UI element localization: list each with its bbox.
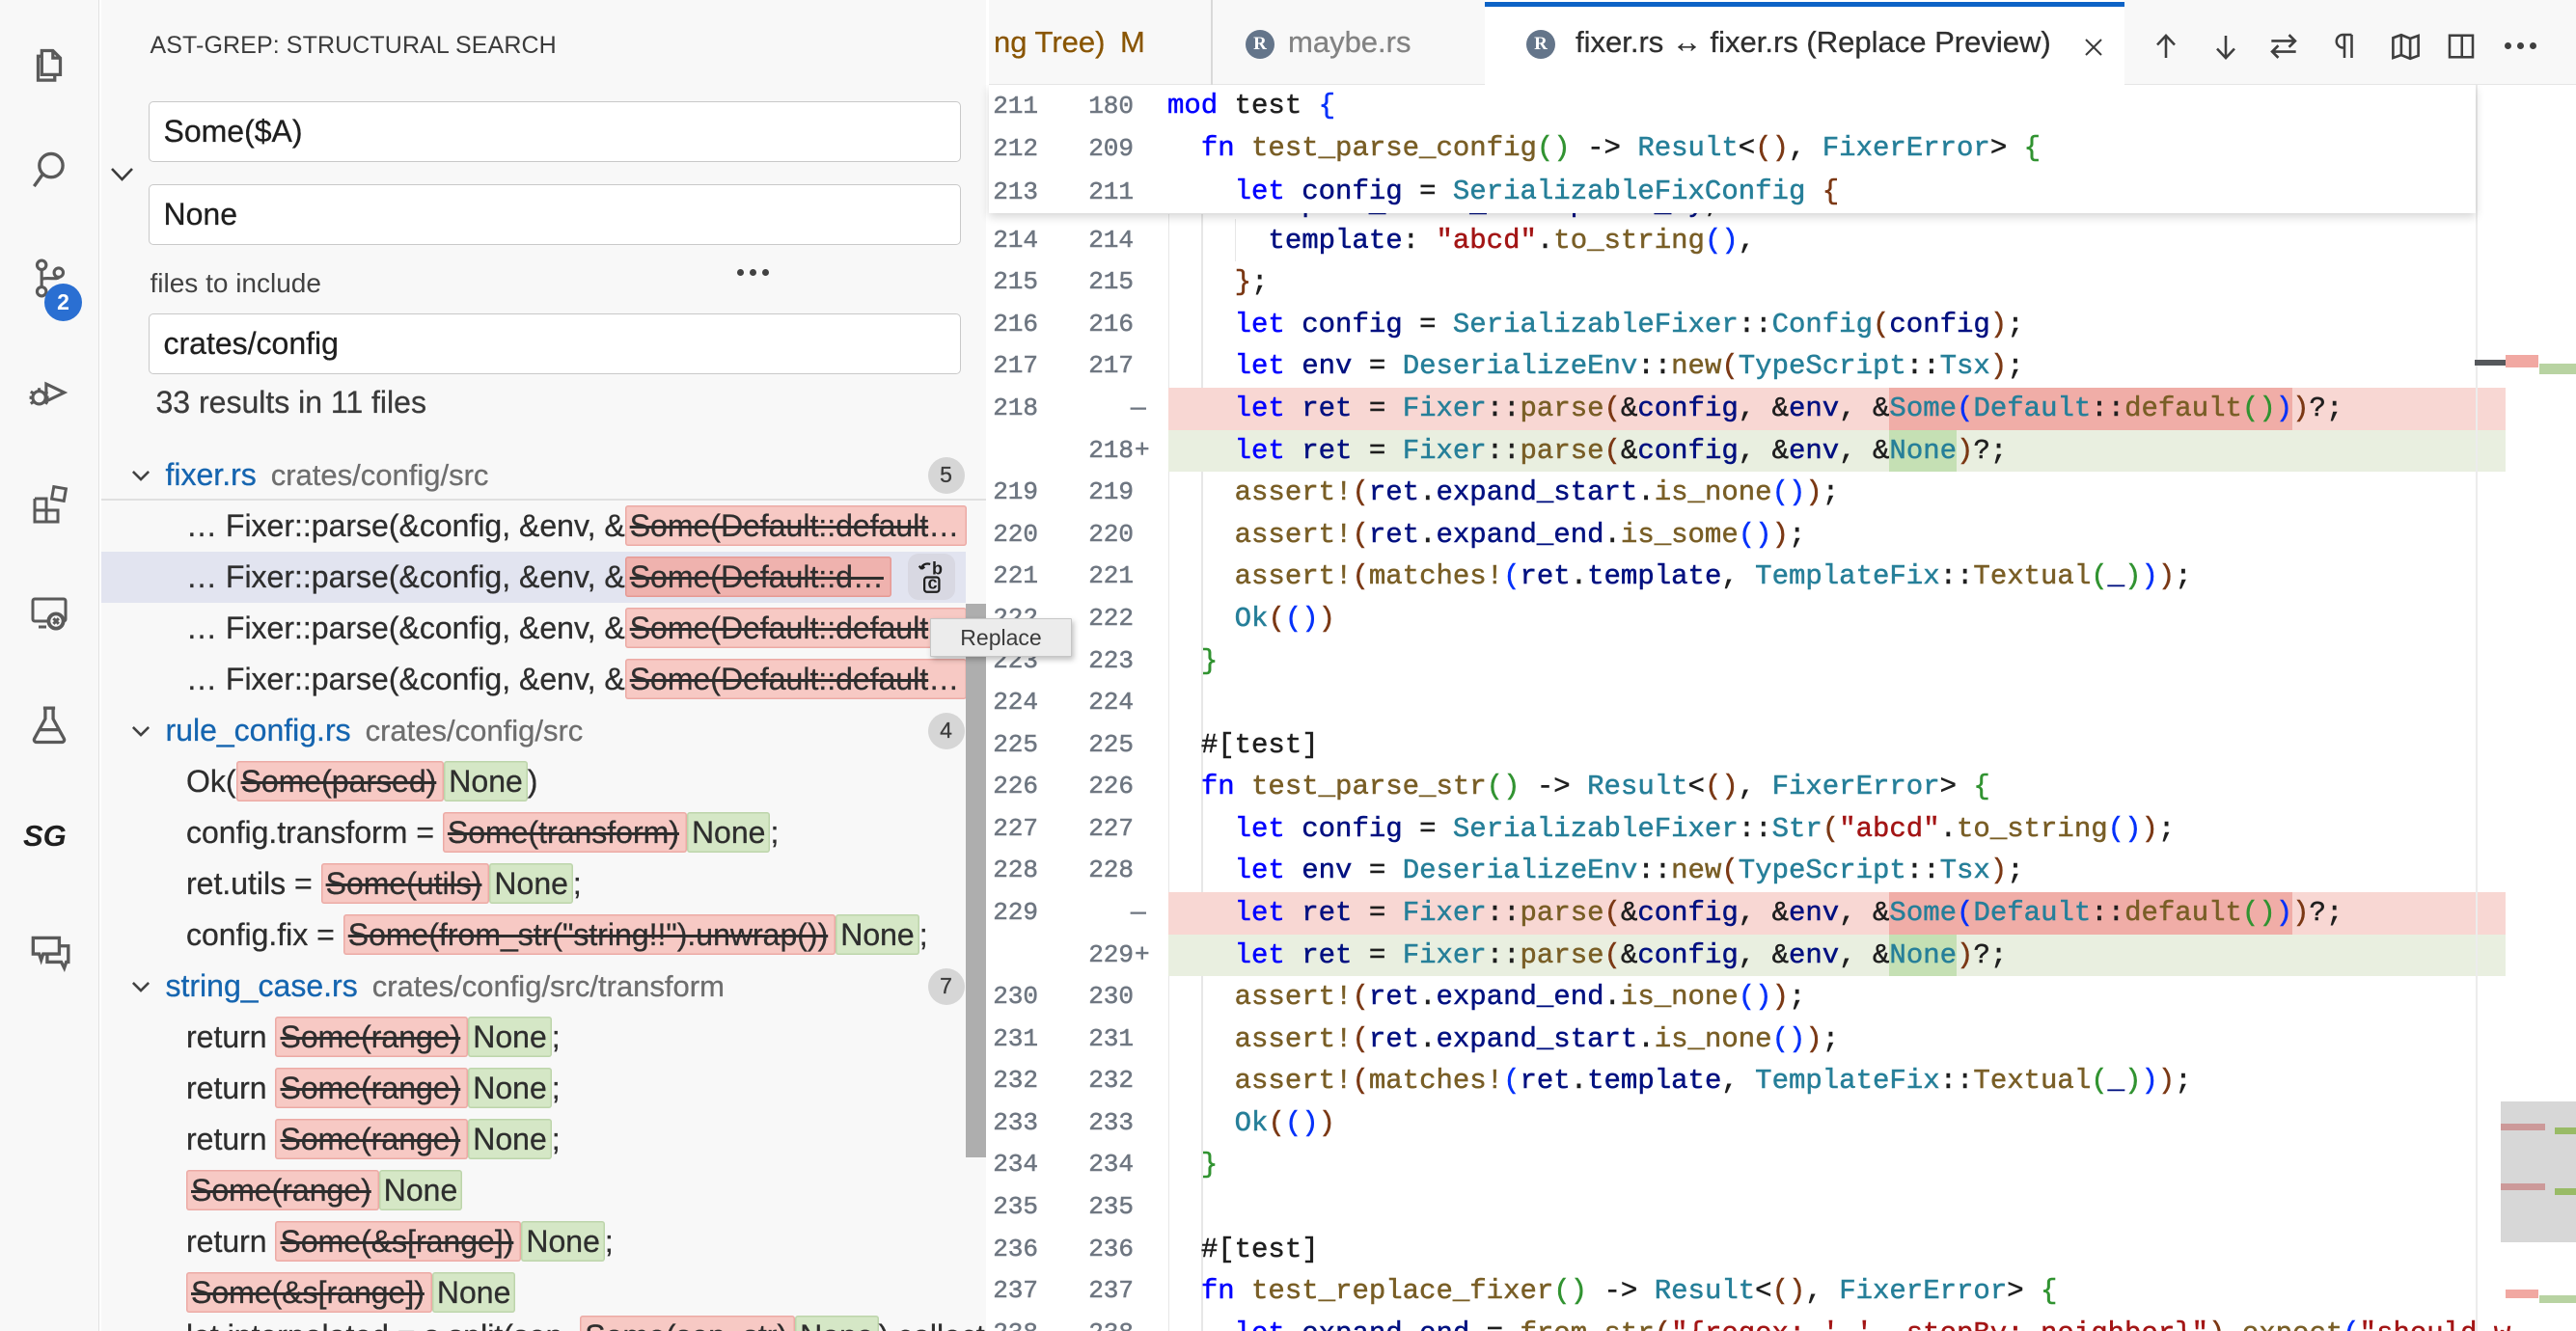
svg-text:c: c [928, 574, 938, 593]
